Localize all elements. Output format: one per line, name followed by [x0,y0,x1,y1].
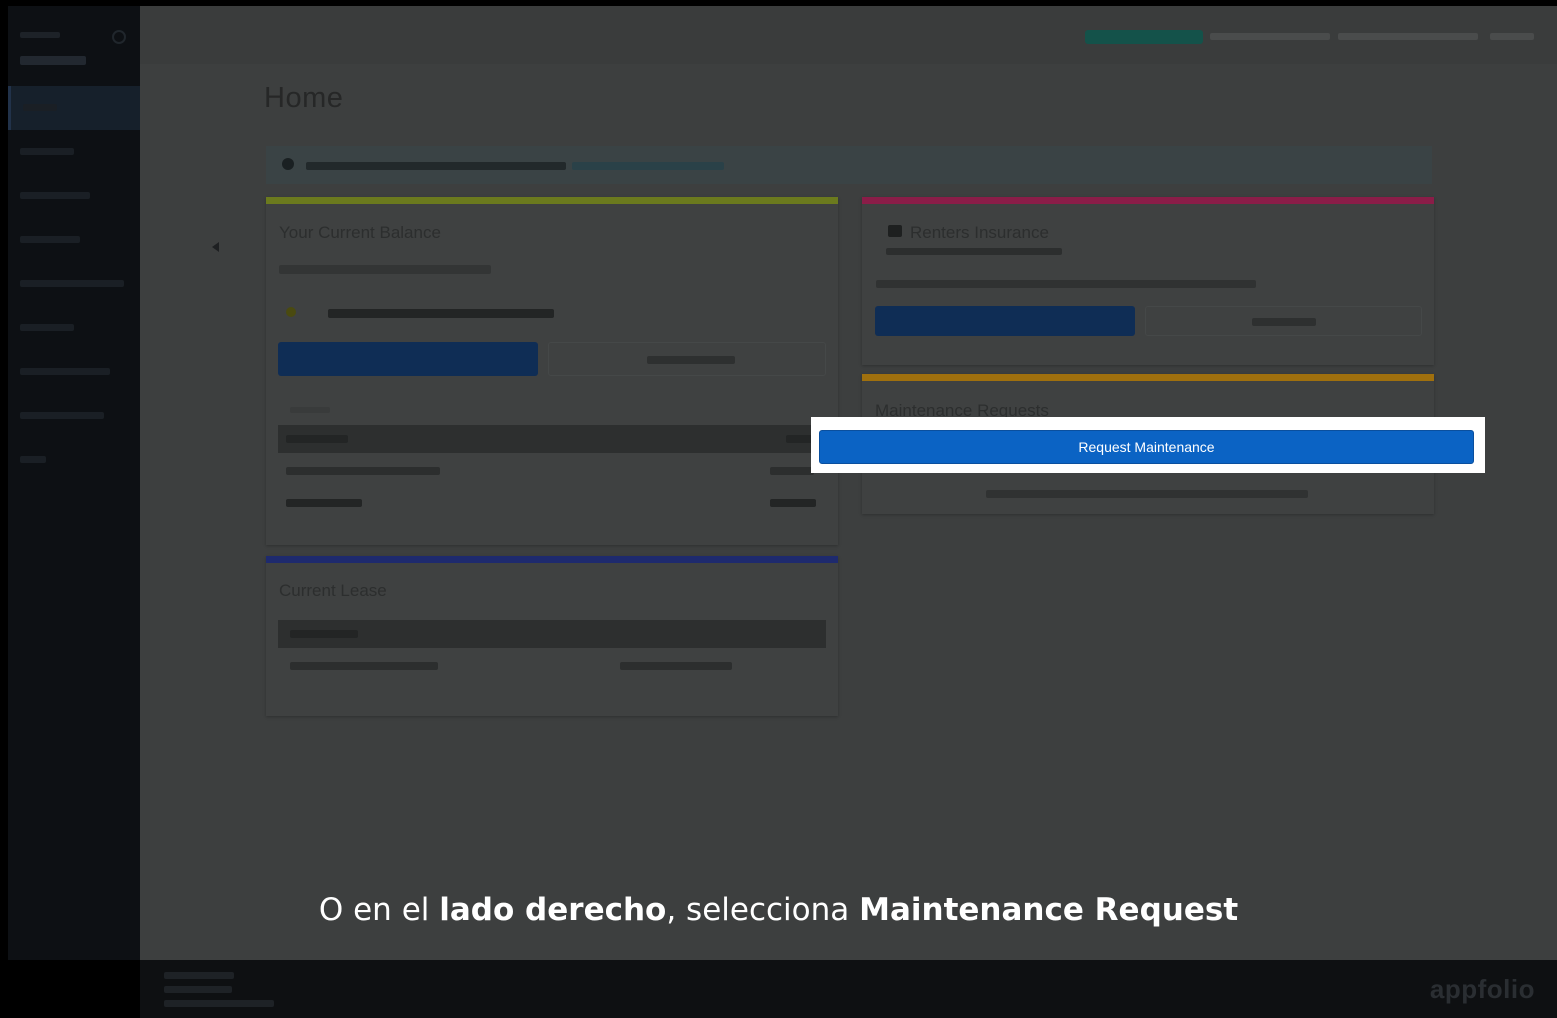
lease-table-header [278,620,826,648]
screen: Home Your Current Balance Current Lease … [0,0,1557,1018]
insurance-description [876,280,1256,288]
insurance-card: Renters Insurance [862,197,1434,365]
sidebar-user [8,6,140,86]
sidebar-item-label [20,456,46,463]
caption-text: O en el [318,892,440,928]
learn-more-button[interactable] [1145,306,1422,336]
status-badge[interactable] [1085,30,1203,44]
banner-link[interactable] [572,162,724,170]
caption-bold: lado derecho [439,892,667,928]
sidebar-item[interactable] [8,262,140,306]
card-accent-line [862,197,1434,204]
purchase-insurance-button[interactable] [875,306,1135,336]
page-title: Home [264,82,344,114]
sidebar-item[interactable] [8,394,140,438]
balance-table-header [278,425,826,453]
card-accent-line [266,197,838,204]
balance-card-title: Your Current Balance [279,223,441,242]
maintenance-empty-message [986,490,1308,498]
table-row [770,467,814,475]
sidebar-item-label [20,324,74,331]
lease-dates [290,662,438,670]
autopay-button-label [647,356,735,364]
sidebar-item-label [23,104,57,111]
sidebar-item[interactable] [8,350,140,394]
balance-card: Your Current Balance [266,197,838,545]
user-name [20,56,86,65]
caption-bold: Maintenance Request [859,892,1239,928]
tutorial-caption: O en el lado derecho, selecciona Mainten… [0,892,1557,928]
sidebar-item[interactable] [8,438,140,482]
pay-now-button[interactable] [278,342,538,376]
lease-document-link[interactable] [620,662,732,670]
star-icon [286,307,296,317]
table-row [770,499,816,507]
user-label [20,32,60,38]
sidebar-item[interactable] [8,174,140,218]
learn-more-label [1252,318,1316,326]
footer-text [164,986,232,993]
top-bar [140,6,1557,64]
footer-links[interactable] [164,1000,274,1007]
autopay-button[interactable] [548,342,826,376]
request-maintenance-button[interactable]: Request Maintenance [819,430,1474,464]
appfolio-logo: appfolio [1429,974,1535,1004]
highlight-frame: Request Maintenance [811,417,1485,473]
sidebar-item[interactable] [8,306,140,350]
balance-subtitle [279,265,491,274]
insurance-subtitle [886,248,1062,255]
main-content: Home Your Current Balance Current Lease … [140,6,1557,960]
sidebar-item-home[interactable] [8,86,140,130]
collapse-arrow-icon[interactable] [212,242,219,252]
column-header [290,630,358,638]
table-caption [290,407,330,413]
sidebar-item[interactable] [8,218,140,262]
sidebar-item-label [20,148,74,155]
sidebar-item-label [20,236,80,243]
banner-text [306,162,566,170]
sidebar-item-label [20,412,104,419]
home-icon [888,225,902,237]
lease-card-title: Current Lease [279,581,387,600]
credit-message [328,309,554,318]
sidebar [8,6,140,960]
card-accent-line [862,374,1434,381]
table-row [286,467,440,475]
top-bar-text [1210,33,1330,40]
column-header [286,435,348,443]
table-row [286,499,362,507]
gear-icon[interactable] [112,30,126,44]
card-accent-line [266,556,838,563]
sidebar-item-label [20,368,110,375]
insurance-card-title: Renters Insurance [910,223,1049,242]
lease-card: Current Lease [266,556,838,716]
column-header [786,435,814,443]
sidebar-item-label [20,280,124,287]
footer-text [164,972,234,979]
info-icon [282,158,294,170]
top-bar-text [1338,33,1478,40]
notice-banner [266,146,1432,184]
sidebar-item[interactable] [8,130,140,174]
logout-link[interactable] [1490,33,1534,40]
caption-text: , selecciona [666,892,860,928]
sidebar-item-label [20,192,90,199]
footer: appfolio [140,960,1557,1018]
